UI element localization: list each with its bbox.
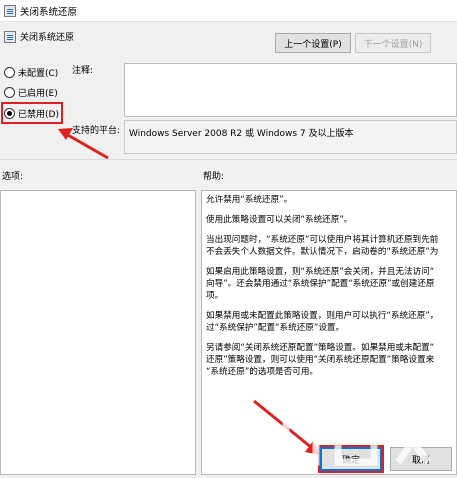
help-paragraph: 允许禁用“系统还原”。 — [206, 195, 293, 205]
radio-circle[interactable] — [4, 86, 15, 98]
title-bar: 关闭系统还原 — [0, 0, 457, 22]
ok-button[interactable]: 确定 — [318, 445, 384, 473]
platform-label: 支持的平台: — [72, 126, 121, 136]
radio-label: 已启用(E) — [18, 88, 58, 99]
options-label: 选项: — [2, 172, 24, 182]
radio-label: 未配置(C) — [18, 68, 59, 79]
help-paragraph: 使用此策略设置可以关闭“系统还原”。 — [206, 215, 353, 225]
setting-name: 关闭系统还原 — [20, 33, 75, 43]
divider — [0, 159, 457, 160]
help-pane[interactable]: 允许禁用“系统还原”。 使用此策略设置可以关闭“系统还原”。 当出现问题时，“系… — [201, 190, 457, 475]
options-pane — [0, 190, 196, 475]
window-title: 关闭系统还原 — [20, 6, 78, 18]
prev-setting-button[interactable]: 上一个设置(P) — [275, 33, 351, 53]
help-paragraph: 如果禁用或未配置此策略设置，则用户可以执行“系统还原”， 过“系统保护”配置“系… — [206, 311, 439, 333]
radio-not-configured[interactable]: 未配置(C) — [4, 64, 58, 80]
radio-enabled[interactable]: 已启用(E) — [4, 84, 58, 100]
next-setting-button[interactable]: 下一个设置(N) — [355, 33, 431, 53]
help-paragraph: 当出现问题时，“系统还原”可以使用户将其计算机还原到先前 不会丢失个人数据文件。… — [206, 235, 439, 257]
help-paragraph: 另请参阅“关闭系统还原配置”策略设置。如果禁用或未配置“ 还原”策略设置，则可以… — [206, 343, 435, 377]
help-label: 帮助: — [203, 172, 225, 182]
comment-label: 注释: — [72, 66, 94, 76]
radio-circle[interactable] — [4, 66, 15, 78]
policy-icon — [4, 4, 16, 17]
cancel-button[interactable]: 取消 — [390, 447, 452, 471]
help-paragraph: 如果启用此策略设置，则“系统还原”会关闭，并且无法访问“ 向导”。还会禁用通过“… — [206, 267, 435, 301]
platform-value: Windows Server 2008 R2 或 Windows 7 及以上版本 — [124, 120, 457, 154]
annotation-highlight-box — [1, 102, 63, 124]
policy-icon — [4, 31, 16, 43]
comment-field[interactable] — [124, 63, 457, 117]
